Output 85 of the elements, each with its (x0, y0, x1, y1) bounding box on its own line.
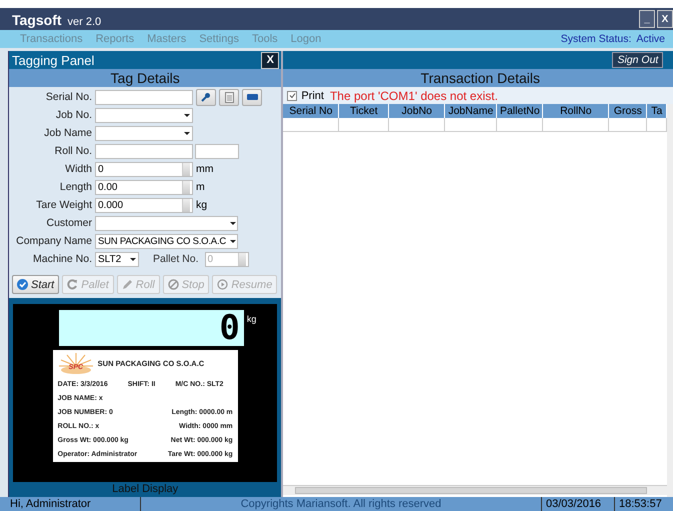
dropdown-field[interactable] (95, 108, 193, 122)
column-header[interactable]: JobName (445, 104, 498, 118)
field-label: Tare Weight (35, 199, 93, 211)
table-cell (283, 118, 340, 132)
table-cell (647, 118, 668, 132)
field-label: Company Name (15, 235, 93, 247)
spinner-icon (238, 252, 246, 266)
copyright-text: Copyrights Mariansoft. All rights reserved (240, 497, 442, 511)
table-cell (543, 118, 610, 132)
spinner-icon (182, 162, 190, 176)
panel-title: Tagging Panel (12, 52, 94, 68)
unit-label: kg (246, 314, 256, 324)
version-label: ver 2.0 (68, 16, 102, 28)
horizontal-scrollbar[interactable] (283, 485, 668, 495)
spin-field[interactable]: 0 (95, 162, 193, 176)
input-field[interactable] (195, 144, 239, 158)
caret-icon (184, 132, 190, 134)
clipboard-icon (224, 92, 234, 102)
table-cell (609, 118, 648, 132)
close-button[interactable]: X (657, 10, 673, 28)
caret-icon (230, 240, 236, 242)
button-icon (217, 279, 228, 290)
status-time: 18:53:57 (614, 497, 673, 511)
spin-field[interactable]: 0.000 (95, 198, 193, 212)
sun-logo-icon (58, 352, 94, 374)
action-button[interactable]: Start (12, 275, 60, 294)
search-icon (201, 92, 211, 102)
label-display-title: Label Display (111, 482, 180, 497)
column-header[interactable]: Gross (609, 104, 648, 118)
field-label: Job No. (54, 109, 93, 121)
unit-label: m (196, 181, 205, 193)
printer-icon (246, 93, 258, 101)
spinner-icon (182, 198, 190, 212)
field-label: Serial No. (44, 91, 93, 103)
column-header[interactable]: Serial No (283, 104, 340, 118)
dropdown-field[interactable]: SLT2 (95, 252, 139, 266)
field-label: Roll No. (54, 145, 93, 157)
minimize-button[interactable]: _ (639, 10, 655, 28)
user-greeting: Hi, Administrator (0, 497, 141, 511)
error-message: The port 'COM1' does not exist. (330, 88, 498, 102)
caret-icon (130, 258, 136, 260)
window-title: Tagsoft (12, 12, 62, 28)
print-label: Print (301, 90, 324, 102)
spin-field[interactable]: 0.00 (95, 180, 193, 194)
button-icon (168, 279, 179, 290)
print-checkbox[interactable] (287, 90, 298, 100)
field-label: Customer (45, 217, 93, 229)
weight-reading: 0 (219, 311, 240, 345)
system-status-value: Active (636, 33, 665, 45)
dropdown-field[interactable] (95, 126, 193, 140)
dropdown-field[interactable]: SUN PACKAGING CO S.O.A.C (95, 234, 238, 248)
field-label: Job Name (43, 127, 93, 139)
status-date: 03/03/2016 (541, 497, 614, 511)
input-field[interactable] (95, 144, 193, 158)
column-header[interactable]: Ticket (339, 104, 390, 118)
table-cell (445, 118, 498, 132)
search-button[interactable] (196, 88, 216, 106)
section-heading: Tag Details (9, 69, 282, 87)
input-field[interactable] (95, 90, 193, 104)
clipboard-button[interactable] (219, 88, 239, 106)
button-icon (17, 279, 28, 290)
unit-label: kg (196, 199, 208, 211)
caret-icon (184, 114, 190, 116)
table-cell (339, 118, 390, 132)
button-icon (122, 279, 133, 290)
field-label: Length (58, 181, 93, 193)
field-label: Machine No. (32, 253, 93, 265)
unit-label: mm (196, 163, 214, 175)
table-cell (389, 118, 446, 132)
column-header[interactable]: JobNo (389, 104, 446, 118)
print-button[interactable] (242, 88, 262, 106)
column-header[interactable]: PalletNo (497, 104, 544, 118)
column-header[interactable]: Ta (647, 104, 668, 118)
field-label: Width (64, 163, 93, 175)
column-header[interactable]: RollNo (543, 104, 610, 118)
table-cell (497, 118, 544, 132)
close-button[interactable]: X (261, 52, 280, 68)
caret-icon (230, 222, 236, 224)
button-icon (67, 279, 78, 290)
sign-out-button[interactable]: Sign Out (612, 52, 664, 68)
field-label: Pallet No. (153, 253, 199, 265)
spinner-icon (182, 180, 190, 194)
section-heading: Transaction Details (283, 69, 673, 87)
dropdown-field[interactable] (95, 216, 238, 230)
system-status-label: System Status: (560, 33, 632, 45)
